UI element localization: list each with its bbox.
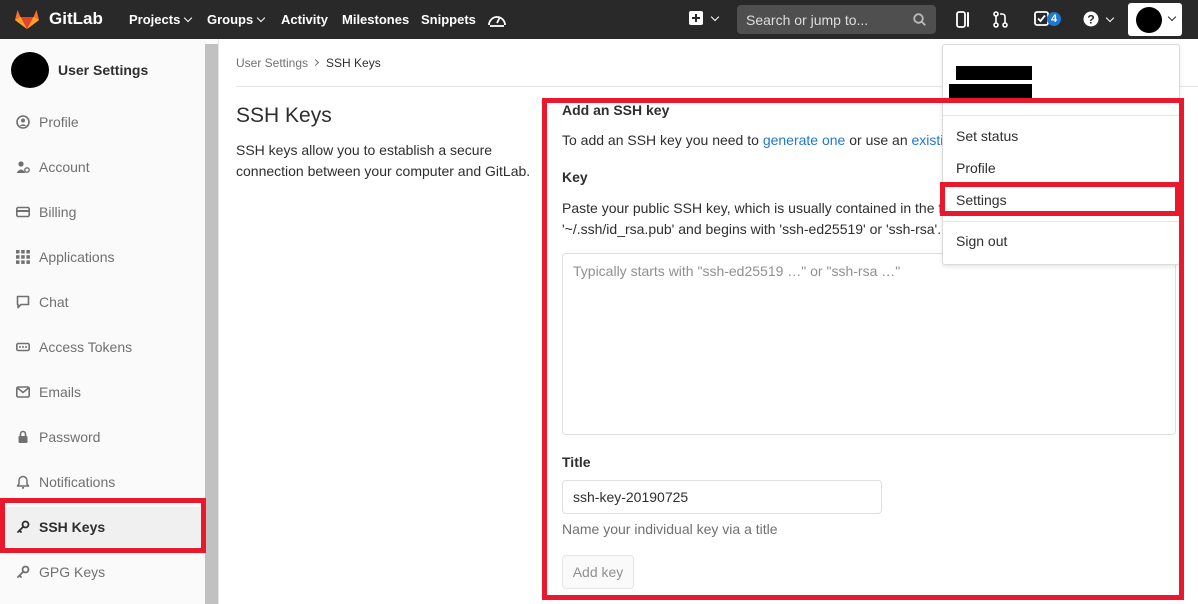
settings-sidebar: User Settings Profile Account Billing Ap… [0, 39, 219, 604]
breadcrumb-ssh-keys[interactable]: SSH Keys [326, 56, 381, 70]
dropdown-divider [943, 221, 1179, 222]
dropdown-divider [943, 115, 1179, 116]
key-help-text: Paste your public SSH key, which is usua… [562, 200, 942, 237]
sidebar-item-access-tokens[interactable]: Access Tokens [0, 327, 205, 367]
top-navbar: GitLab Projects Groups Activity Mileston… [0, 0, 1198, 39]
chevron-down-icon [184, 13, 193, 23]
sidebar-scrollbar[interactable] [205, 44, 218, 604]
sidebar-item-gpg-keys[interactable]: GPG Keys [0, 552, 205, 592]
title-input[interactable] [562, 480, 882, 514]
sidebar-item-ssh-keys[interactable]: SSH Keys [0, 507, 205, 547]
title-label: Title [562, 454, 591, 470]
search-placeholder: Search or jump to... [746, 12, 869, 28]
search-icon [913, 13, 926, 26]
account-icon [16, 161, 30, 173]
svg-text:?: ? [1087, 13, 1094, 27]
sidebar-title[interactable]: User Settings [58, 62, 148, 78]
chevron-down-icon [1105, 13, 1115, 23]
redacted-username [956, 66, 1032, 80]
brand-name[interactable]: GitLab [49, 9, 103, 29]
sidebar-item-profile[interactable]: Profile [0, 102, 205, 142]
menu-item-settings[interactable]: Settings [956, 192, 1007, 208]
sidebar-item-label: Emails [39, 384, 82, 400]
bell-icon [16, 475, 30, 489]
sidebar-item-label: Access Tokens [39, 339, 133, 355]
credit-card-icon [16, 206, 30, 218]
token-icon [16, 342, 30, 352]
chevron-down-icon [710, 12, 720, 22]
sidebar-item-chat[interactable]: Chat [0, 282, 205, 322]
user-dropdown-menu: Set status Profile Settings Sign out [942, 44, 1180, 265]
generate-one-link[interactable]: generate one [763, 132, 846, 148]
nav-snippets[interactable]: Snippets [421, 12, 476, 27]
avatar [1136, 7, 1162, 33]
add-key-button[interactable]: Add key [562, 555, 634, 589]
menu-item-set-status[interactable]: Set status [956, 128, 1018, 144]
add-key-intro: To add an SSH key you need to generate o… [562, 132, 952, 148]
help-icon: ? [1083, 11, 1099, 27]
chevron-down-icon [1167, 12, 1177, 22]
menu-item-profile[interactable]: Profile [956, 160, 996, 176]
envelope-icon [16, 386, 30, 398]
key-icon [17, 565, 30, 578]
user-menu-button[interactable] [1128, 3, 1182, 36]
sidebar-item-label: SSH Keys [39, 519, 106, 535]
add-ssh-key-heading: Add an SSH key [562, 102, 670, 118]
applications-grid-icon [16, 250, 30, 264]
breadcrumb-user-settings[interactable]: User Settings [236, 56, 308, 70]
sidebar-item-billing[interactable]: Billing [0, 192, 205, 232]
gitlab-logo-icon[interactable] [14, 8, 40, 30]
menu-item-sign-out[interactable]: Sign out [956, 233, 1007, 249]
sidebar-toggle-icon[interactable] [956, 11, 970, 28]
nav-groups[interactable]: Groups [207, 12, 266, 27]
redacted-handle [949, 84, 1032, 99]
chevron-down-icon [256, 13, 266, 23]
help-dropdown[interactable]: ? [1083, 11, 1115, 30]
sidebar-item-emails[interactable]: Emails [0, 372, 205, 412]
nav-activity[interactable]: Activity [281, 12, 328, 27]
sidebar-item-label: Chat [39, 294, 69, 310]
sidebar-item-label: Notifications [39, 474, 116, 490]
nav-projects[interactable]: Projects [129, 12, 193, 27]
sidebar-item-label: Profile [39, 114, 79, 130]
sidebar-item-label: Billing [39, 204, 77, 220]
breadcrumb: User Settings SSH Keys [236, 56, 381, 70]
lock-icon [18, 430, 28, 443]
nav-milestones[interactable]: Milestones [342, 12, 409, 27]
sidebar-item-label: GPG Keys [39, 564, 106, 580]
profile-icon [16, 115, 30, 129]
sidebar-item-notifications[interactable]: Notifications [0, 462, 205, 502]
todos-count-badge[interactable]: 4 [1047, 12, 1062, 26]
sidebar-item-password[interactable]: Password [0, 417, 205, 457]
plus-icon [689, 11, 703, 25]
chat-bubble-icon [16, 295, 30, 309]
key-icon [17, 520, 30, 533]
key-label: Key [562, 169, 588, 185]
avatar [11, 52, 49, 88]
sidebar-item-account[interactable]: Account [0, 147, 205, 187]
key-textarea[interactable] [562, 253, 1176, 435]
dashboard-gauge-icon[interactable] [487, 10, 507, 28]
sidebar-item-label: Password [39, 429, 101, 445]
search-input[interactable]: Search or jump to... [737, 5, 936, 34]
title-help-text: Name your individual key via a title [562, 521, 778, 537]
chevron-right-icon [311, 58, 320, 67]
sidebar-item-label: Account [39, 159, 90, 175]
merge-request-icon[interactable] [993, 11, 1008, 28]
sidebar-item-applications[interactable]: Applications [0, 237, 205, 277]
page-title: SSH Keys [236, 104, 332, 127]
new-item-dropdown[interactable] [688, 10, 720, 29]
sidebar-item-label: Applications [39, 249, 115, 265]
page-description: SSH keys allow you to establish a secure… [236, 142, 531, 179]
